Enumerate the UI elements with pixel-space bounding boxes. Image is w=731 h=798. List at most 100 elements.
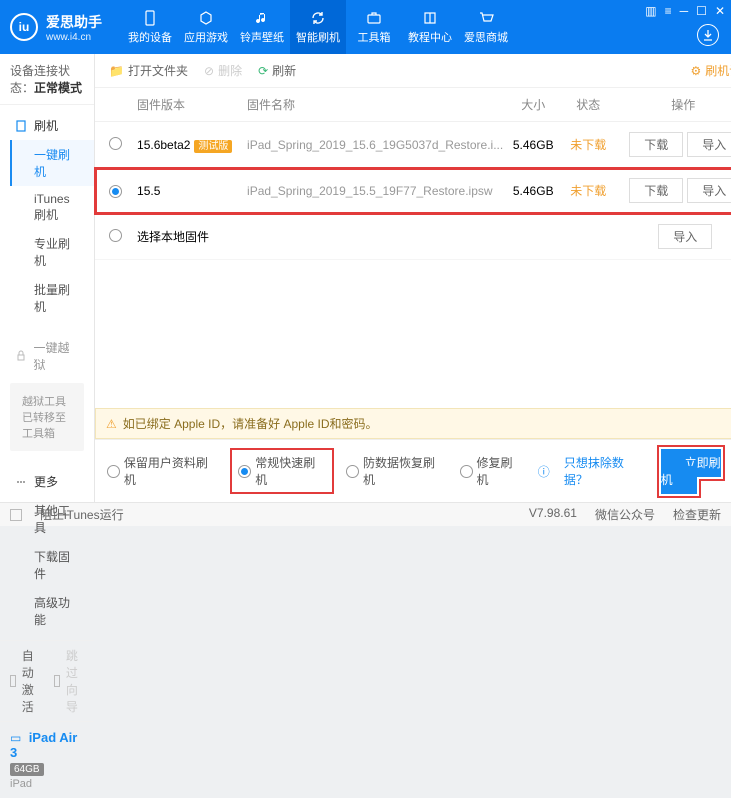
- minimize-icon[interactable]: ─: [680, 4, 689, 18]
- local-firmware-label: 选择本地固件: [137, 228, 613, 245]
- tablet-icon: ▭: [10, 731, 21, 745]
- open-folder-button[interactable]: 📁打开文件夹: [109, 62, 188, 79]
- firmware-size: 5.46GB: [503, 184, 563, 198]
- main-nav: 我的设备 应用游戏 铃声壁纸 智能刷机 工具箱 教程中心 爱思商城: [122, 0, 514, 54]
- auto-activate-checkbox[interactable]: [10, 675, 16, 687]
- beta-badge: 测试版: [194, 140, 232, 153]
- help-icon[interactable]: ⓘ: [538, 463, 550, 480]
- maximize-icon[interactable]: ☐: [696, 4, 707, 18]
- storage-badge: 64GB: [10, 763, 44, 776]
- block-itunes-label: 阻止iTunes运行: [40, 506, 124, 523]
- nav-flash[interactable]: 智能刷机: [290, 0, 346, 54]
- sidebar-item-oneclick[interactable]: 一键刷机: [10, 140, 94, 186]
- refresh-icon: [309, 9, 327, 27]
- sidebar-item-batch[interactable]: 批量刷机: [10, 275, 94, 321]
- nav-tutorials[interactable]: 教程中心: [402, 0, 458, 54]
- table-row-local[interactable]: 选择本地固件 导入: [95, 214, 731, 260]
- cart-icon: [477, 9, 495, 27]
- col-status: 状态: [563, 96, 613, 113]
- row-radio[interactable]: [109, 229, 122, 242]
- opt-repair-flash[interactable]: 修复刷机: [460, 454, 524, 488]
- sidebar: 设备连接状态：正常模式 刷机 一键刷机 iTunes刷机 专业刷机 批量刷机 一…: [0, 54, 95, 502]
- erase-only-link[interactable]: 只想抹除数据？: [564, 454, 647, 488]
- block-itunes-checkbox[interactable]: [10, 509, 22, 521]
- flash-group-icon: [14, 119, 28, 133]
- sidebar-item-advanced[interactable]: 高级功能: [10, 588, 94, 634]
- device-type: iPad: [10, 778, 84, 790]
- device-box[interactable]: ▭ iPad Air 3 64GB iPad: [0, 721, 94, 798]
- radio-icon: [238, 465, 251, 478]
- connection-status: 设备连接状态：正常模式: [0, 54, 94, 105]
- window-controls: ▥ ≡ ─ ☐ ✕: [645, 4, 725, 18]
- radio-icon: [346, 465, 359, 478]
- col-size: 大小: [503, 96, 563, 113]
- content: 📁打开文件夹 ⊘删除 ⟳刷新 ⚙刷机设置 固件版本 固件名称 大小 状态 操作 …: [95, 54, 731, 502]
- firmware-size: 5.46GB: [503, 138, 563, 152]
- sidebar-item-itunes[interactable]: iTunes刷机: [10, 186, 94, 229]
- firmware-status: 未下载: [563, 136, 613, 153]
- app-icon: [197, 9, 215, 27]
- table-row[interactable]: 15.6beta2测试版 iPad_Spring_2019_15.6_19G50…: [95, 122, 731, 168]
- auto-activate-label: 自动激活: [22, 647, 40, 715]
- statusbar: 阻止iTunes运行 V7.98.61 微信公众号 检查更新: [0, 502, 731, 526]
- sidebar-item-pro[interactable]: 专业刷机: [10, 229, 94, 275]
- import-button[interactable]: 导入: [658, 224, 712, 249]
- lock-icon: [14, 349, 28, 363]
- opt-quick-flash[interactable]: 常规快速刷机: [232, 450, 332, 492]
- wechat-link[interactable]: 微信公众号: [595, 506, 655, 523]
- menu-icon[interactable]: ▥: [645, 4, 656, 18]
- table-header: 固件版本 固件名称 大小 状态 操作: [95, 88, 731, 122]
- jailbreak-note: 越狱工具已转移至工具箱: [10, 383, 84, 451]
- nav-my-device[interactable]: 我的设备: [122, 0, 178, 54]
- sidebar-group-more[interactable]: 更多: [0, 467, 94, 496]
- phone-icon: [141, 9, 159, 27]
- opt-keep-data[interactable]: 保留用户资料刷机: [107, 454, 218, 488]
- brand-text: 爱思助手 www.i4.cn: [46, 12, 102, 43]
- radio-icon: [460, 465, 473, 478]
- download-manager-button[interactable]: [697, 24, 719, 46]
- import-button[interactable]: 导入: [687, 132, 731, 157]
- flash-options: 保留用户资料刷机 常规快速刷机 防数据恢复刷机 修复刷机 ⓘ 只想抹除数据？ 立…: [95, 439, 731, 502]
- sidebar-group-jailbreak[interactable]: 一键越狱: [0, 333, 94, 379]
- toolbar: 📁打开文件夹 ⊘删除 ⟳刷新 ⚙刷机设置: [95, 54, 731, 88]
- col-name: 固件名称: [247, 96, 503, 113]
- version-label: V7.98.61: [529, 506, 577, 523]
- music-icon: [253, 9, 271, 27]
- flash-settings-button[interactable]: ⚙刷机设置: [690, 62, 731, 79]
- row-radio[interactable]: [109, 137, 122, 150]
- delete-button[interactable]: ⊘删除: [204, 62, 242, 79]
- import-button[interactable]: 导入: [687, 178, 731, 203]
- nav-ringtones[interactable]: 铃声壁纸: [234, 0, 290, 54]
- download-button[interactable]: 下载: [629, 132, 683, 157]
- firmware-name: iPad_Spring_2019_15.6_19G5037d_Restore.i…: [247, 138, 503, 152]
- toolbox-icon: [365, 9, 383, 27]
- download-button[interactable]: 下载: [629, 178, 683, 203]
- skip-guide-checkbox[interactable]: [54, 675, 60, 687]
- book-icon: [421, 9, 439, 27]
- skip-guide-label: 跳过向导: [66, 647, 84, 715]
- app-name: 爱思助手: [46, 12, 102, 32]
- delete-icon: ⊘: [204, 64, 214, 78]
- opt-anti-recovery[interactable]: 防数据恢复刷机: [346, 454, 446, 488]
- table-row[interactable]: 15.5 iPad_Spring_2019_15.5_19F77_Restore…: [95, 168, 731, 214]
- nav-store[interactable]: 爱思商城: [458, 0, 514, 54]
- sidebar-group-flash[interactable]: 刷机: [0, 111, 94, 140]
- app-url: www.i4.cn: [46, 32, 102, 43]
- skin-icon[interactable]: ≡: [665, 4, 672, 18]
- refresh-button[interactable]: ⟳刷新: [258, 62, 296, 79]
- nav-toolbox[interactable]: 工具箱: [346, 0, 402, 54]
- flash-now-button[interactable]: 立即刷机: [661, 449, 721, 494]
- refresh-small-icon: ⟳: [258, 64, 268, 78]
- titlebar: iu 爱思助手 www.i4.cn 我的设备 应用游戏 铃声壁纸 智能刷机 工具…: [0, 0, 731, 54]
- more-icon: [14, 475, 28, 489]
- gear-icon: ⚙: [690, 64, 701, 78]
- app-logo: iu: [10, 13, 38, 41]
- col-version: 固件版本: [137, 96, 247, 113]
- check-update-link[interactable]: 检查更新: [673, 506, 721, 523]
- close-icon[interactable]: ✕: [715, 4, 725, 18]
- firmware-name: iPad_Spring_2019_15.5_19F77_Restore.ipsw: [247, 184, 503, 198]
- row-radio[interactable]: [109, 185, 122, 198]
- nav-apps-games[interactable]: 应用游戏: [178, 0, 234, 54]
- col-ops: 操作: [613, 96, 731, 113]
- sidebar-item-download-fw[interactable]: 下载固件: [10, 542, 94, 588]
